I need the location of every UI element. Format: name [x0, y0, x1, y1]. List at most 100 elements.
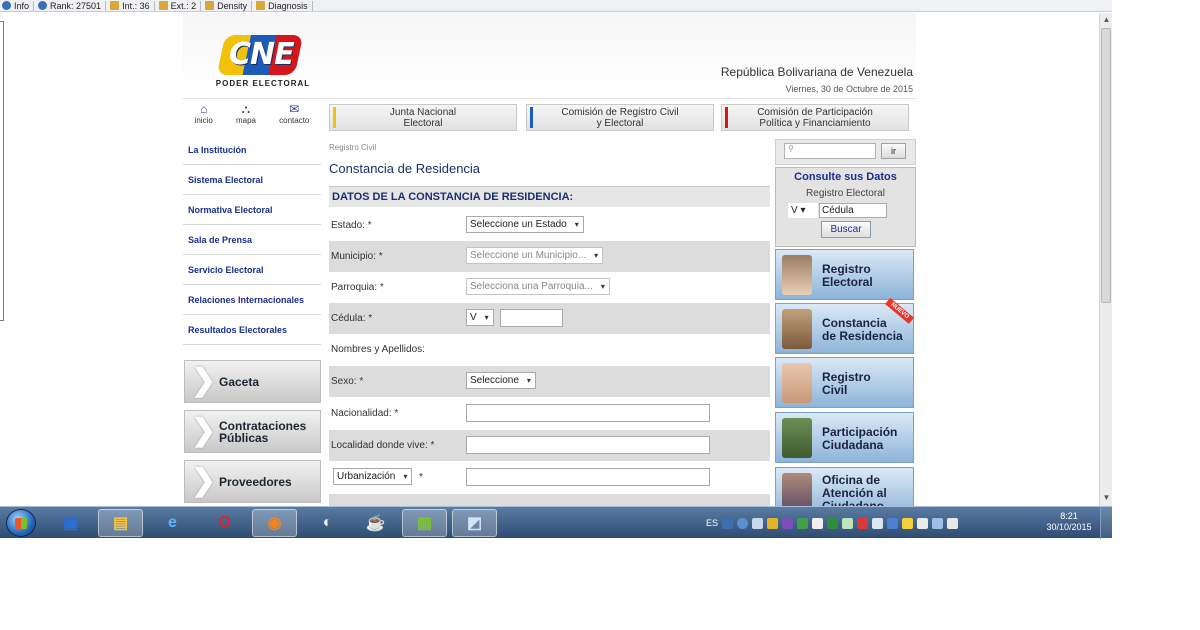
media-player-taskbar-button[interactable]: ▣: [48, 509, 93, 537]
search-input[interactable]: ⚲: [784, 143, 876, 159]
chevron-right-icon: ❯: [191, 464, 217, 497]
menu-item-relaciones-internacionales[interactable]: Relaciones Internacionales: [183, 285, 321, 315]
network-icon[interactable]: [932, 517, 944, 529]
app-tray-icon[interactable]: [782, 517, 794, 529]
tab-label-line1: Comisión de Registro Civil: [561, 107, 679, 118]
flag-icon[interactable]: [917, 517, 929, 529]
baby-photo: [782, 363, 812, 403]
parroquia-value: Selecciona una Parroquia...: [470, 281, 593, 292]
breadcrumb[interactable]: Registro Civil: [329, 143, 376, 152]
diagnosis-item[interactable]: Diagnosis: [256, 0, 313, 11]
app-tray-icon[interactable]: [827, 517, 839, 529]
tab-participacion[interactable]: Comisión de Participación Política y Fin…: [721, 104, 909, 131]
vertical-scrollbar[interactable]: ▲ ▼: [1099, 13, 1112, 506]
java-taskbar-button[interactable]: ☕: [353, 509, 398, 537]
windows-logo-icon: [15, 518, 27, 529]
language-indicator[interactable]: ES: [706, 518, 718, 528]
rank-item[interactable]: Rank: 27501: [38, 0, 107, 11]
buscar-button[interactable]: Buscar: [821, 221, 871, 238]
internet-explorer-taskbar-button[interactable]: e: [150, 509, 195, 537]
tile-constancia-residencia[interactable]: Constancia de Residencia NUEVO: [775, 297, 914, 354]
nacionalidad-label: Nacionalidad: *: [331, 408, 399, 419]
signal-icon[interactable]: [872, 517, 884, 529]
tab-label-line2: Política y Financiamiento: [759, 118, 871, 129]
contact-link[interactable]: ✉ contacto: [279, 102, 309, 125]
tile-oficina-atencion[interactable]: Oficina de Atención al Ciudadano: [775, 467, 914, 506]
cne-website: CNE PODER ELECTORAL República Bolivarian…: [183, 13, 916, 506]
clock[interactable]: 8:21 30/10/2015: [1038, 511, 1100, 533]
volume-icon[interactable]: [947, 517, 959, 529]
density-item[interactable]: Density: [205, 0, 253, 11]
scrollbar-thumb[interactable]: [1101, 28, 1111, 303]
urbanizacion-input[interactable]: [466, 468, 710, 486]
keyboard-icon[interactable]: [722, 517, 734, 529]
home-link[interactable]: ⌂ inicio: [195, 102, 213, 125]
firefox-taskbar-button[interactable]: ◉: [252, 509, 297, 537]
menu-item-sala-de-prensa[interactable]: Sala de Prensa: [183, 225, 321, 255]
app-tray-icon[interactable]: [797, 517, 809, 529]
explorer-taskbar-button[interactable]: ▤: [98, 509, 143, 537]
sitemap-link[interactable]: ⛬ mapa: [236, 102, 256, 125]
nacionalidad-input[interactable]: [466, 404, 710, 422]
start-button[interactable]: [6, 509, 36, 537]
consulte-subtitle: Registro Electoral: [806, 188, 885, 199]
app-tray-icon[interactable]: [902, 517, 914, 529]
urbanizacion-select[interactable]: Urbanización ▾: [333, 468, 413, 485]
contrataciones-button[interactable]: ❯ Contrataciones Públicas: [184, 410, 321, 453]
chevron-right-icon: ❯: [191, 414, 217, 447]
municipio-select[interactable]: Seleccione un Municipio... ▾: [466, 247, 604, 264]
app-tray-icon[interactable]: [812, 517, 824, 529]
button-label: Contrataciones Públicas: [219, 418, 307, 445]
show-desktop-button[interactable]: [1100, 507, 1112, 539]
info-item[interactable]: Info: [2, 0, 35, 11]
clock-time: 8:21: [1060, 511, 1078, 521]
dropdown-arrow-icon: ▾: [800, 205, 806, 216]
contact-label: contacto: [279, 116, 310, 125]
tile-participacion-ciudadana[interactable]: Participación Ciudadana: [775, 412, 914, 463]
tab-junta-nacional[interactable]: Junta Nacional Electoral: [329, 104, 517, 131]
cedula-input[interactable]: [500, 309, 563, 327]
antivirus-icon[interactable]: [857, 517, 869, 529]
crowd-photo: [782, 418, 812, 458]
person-photo: [782, 255, 812, 295]
menu-item-la-institucion[interactable]: La Institución: [183, 135, 321, 165]
winrar-taskbar-button[interactable]: ▦: [402, 509, 447, 537]
scroll-up-arrow-icon[interactable]: ▲: [1102, 15, 1111, 25]
internal-links-label: Int.: 36: [122, 0, 150, 11]
parroquia-select[interactable]: Selecciona una Parroquia... ▾: [466, 278, 610, 295]
density-icon: [205, 1, 215, 10]
cedula-type-select[interactable]: V ▾: [466, 309, 494, 326]
estado-select[interactable]: Seleccione un Estado ▾: [466, 216, 584, 233]
menu-item-normativa-electoral[interactable]: Normativa Electoral: [183, 195, 321, 225]
sexo-select[interactable]: Seleccione ▾: [466, 372, 536, 389]
dropdown-arrow-icon: ▾: [403, 472, 408, 481]
search-go-button[interactable]: ir: [881, 143, 906, 159]
app-tray-icon[interactable]: [842, 517, 854, 529]
form-row-nacionalidad: Nacionalidad: *: [329, 398, 770, 429]
tab-color-bar: [333, 107, 336, 128]
external-links-item[interactable]: Ext.: 2: [158, 0, 202, 11]
notes-taskbar-button[interactable]: ◩: [452, 509, 497, 537]
consulte-cedula-input[interactable]: Cédula: [819, 203, 887, 218]
cne-logo[interactable]: CNE PODER ELECTORAL: [211, 23, 311, 91]
opera-taskbar-button[interactable]: O: [202, 509, 247, 537]
eclipse-taskbar-button[interactable]: ◐: [305, 509, 350, 537]
localidad-input[interactable]: [466, 436, 710, 454]
proveedores-button[interactable]: ❯ Proveedores: [184, 460, 321, 503]
consulte-type-select[interactable]: V ▾: [788, 203, 818, 218]
internal-links-item[interactable]: Int.: 36: [110, 0, 155, 11]
menu-item-servicio-electoral[interactable]: Servicio Electoral: [183, 255, 321, 285]
menu-item-resultados-electorales[interactable]: Resultados Electorales: [183, 315, 321, 345]
help-icon[interactable]: [737, 517, 749, 529]
gaceta-button[interactable]: ❯ Gaceta: [184, 360, 321, 403]
button-label: Gaceta: [219, 374, 260, 389]
tile-registro-electoral[interactable]: Registro Electoral: [775, 249, 914, 300]
app-tray-icon[interactable]: [887, 517, 899, 529]
form-row-nombres: Nombres y Apellidos:: [329, 334, 770, 365]
app-tray-icon[interactable]: [767, 517, 779, 529]
menu-item-sistema-electoral[interactable]: Sistema Electoral: [183, 165, 321, 195]
pin-icon[interactable]: [752, 517, 764, 529]
tile-registro-civil[interactable]: Registro Civil: [775, 357, 914, 408]
tab-registro-civil[interactable]: Comisión de Registro Civil y Electoral: [526, 104, 714, 131]
scroll-down-arrow-icon[interactable]: ▼: [1102, 493, 1111, 503]
